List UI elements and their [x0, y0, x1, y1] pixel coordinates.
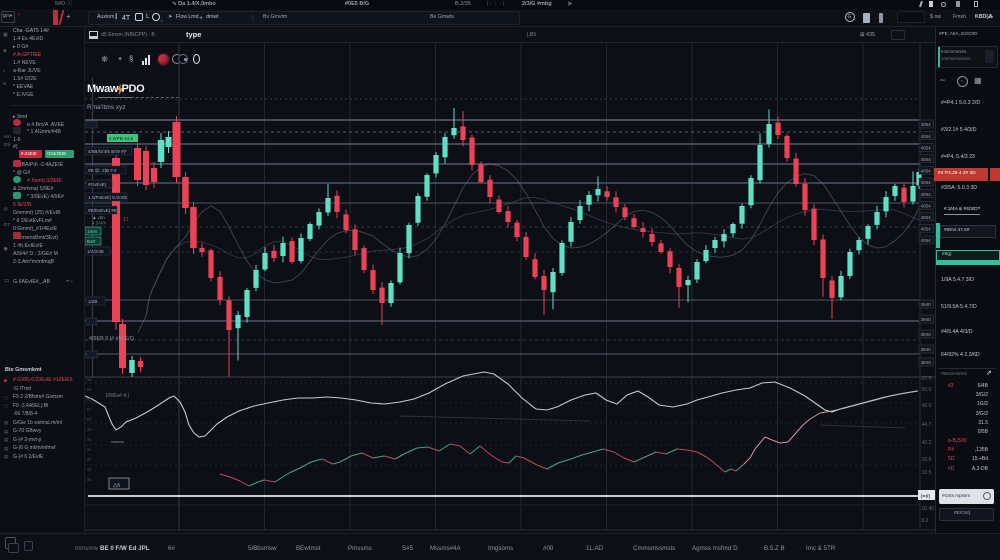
svg-text:4054: 4054: [921, 227, 932, 232]
svg-text:#GvEvE(: #GvEvE(: [88, 182, 107, 187]
svg-text:1/2B: 1/2B: [88, 299, 97, 304]
svg-text:4054: 4054: [921, 157, 932, 162]
svg-text:4.5/4/#: 4.5/4/#: [92, 221, 106, 226]
svg-text:8.2: 8.2: [922, 518, 929, 524]
svg-text:48.5: 48.5: [922, 403, 932, 409]
svg-text:3940: 3940: [921, 332, 932, 337]
svg-text:44: 44: [87, 447, 92, 452]
svg-text:4054: 4054: [921, 134, 932, 139]
svg-text:10.6: 10.6: [922, 457, 932, 463]
svg-text:17: 17: [123, 217, 129, 223]
svg-text:56: 56: [87, 387, 92, 392]
svg-text:42: 42: [87, 457, 92, 462]
svg-text:3940: 3940: [921, 302, 932, 307]
svg-text:40.2: 40.2: [922, 440, 932, 446]
svg-text:△s: △s: [113, 483, 120, 489]
svg-text:1.0/PvEvE) E/2/4/E: 1.0/PvEvE) E/2/4/E: [88, 195, 127, 200]
svg-text:4054: 4054: [921, 215, 932, 220]
svg-text:4/5B/G/4/5 B/W #|*: 4/5B/G/4/5 B/W #|*: [88, 149, 127, 154]
svg-text:B4#: B4#: [87, 239, 96, 244]
svg-text:38: 38: [87, 477, 92, 482]
svg-text:46: 46: [87, 437, 92, 442]
svg-text:4.0/PB 44.5: 4.0/PB 44.5: [109, 136, 133, 141]
svg-text:58: 58: [87, 377, 92, 382]
svg-text:(=#): (=#): [921, 494, 931, 500]
svg-text:4054: 4054: [921, 145, 932, 150]
svg-text:#B/EvEvE) #E: #B/EvEvE) #E: [88, 208, 117, 213]
svg-text:1/4/2/4E: 1/4/2/4E: [87, 249, 104, 254]
svg-text:3940: 3940: [921, 360, 932, 365]
svg-text:10.5: 10.5: [922, 470, 932, 476]
svg-text:10.45: 10.45: [922, 506, 935, 512]
svg-text:3940: 3940: [921, 347, 932, 352]
svg-text:50: 50: [87, 417, 92, 422]
svg-text:1mm: 1mm: [87, 229, 97, 234]
svg-text:4054: 4054: [921, 180, 932, 185]
svg-text:07.5: 07.5: [922, 376, 932, 382]
svg-text:44.7: 44.7: [922, 422, 932, 428]
svg-text:54: 54: [87, 397, 92, 402]
svg-text:3940: 3940: [921, 317, 932, 322]
svg-text:50.5: 50.5: [922, 387, 932, 393]
svg-text:1/9/Ev# 4 |: 1/9/Ev# 4 |: [105, 393, 129, 399]
svg-text:4054: 4054: [921, 169, 932, 174]
svg-text:4/9EB 9 |# #M E/Q: 4/9EB 9 |# #M E/Q: [89, 336, 134, 342]
svg-text:4054: 4054: [921, 122, 932, 127]
svg-text:4054: 4054: [921, 203, 932, 208]
svg-text:4054: 4054: [921, 238, 932, 243]
svg-text:4054: 4054: [921, 192, 932, 197]
svg-text:40: 40: [87, 467, 92, 472]
svg-text:#B @, 2|B #,#: #B @, 2|B #,#: [88, 168, 117, 173]
svg-text:52: 52: [87, 407, 92, 412]
svg-text:48: 48: [87, 427, 92, 432]
